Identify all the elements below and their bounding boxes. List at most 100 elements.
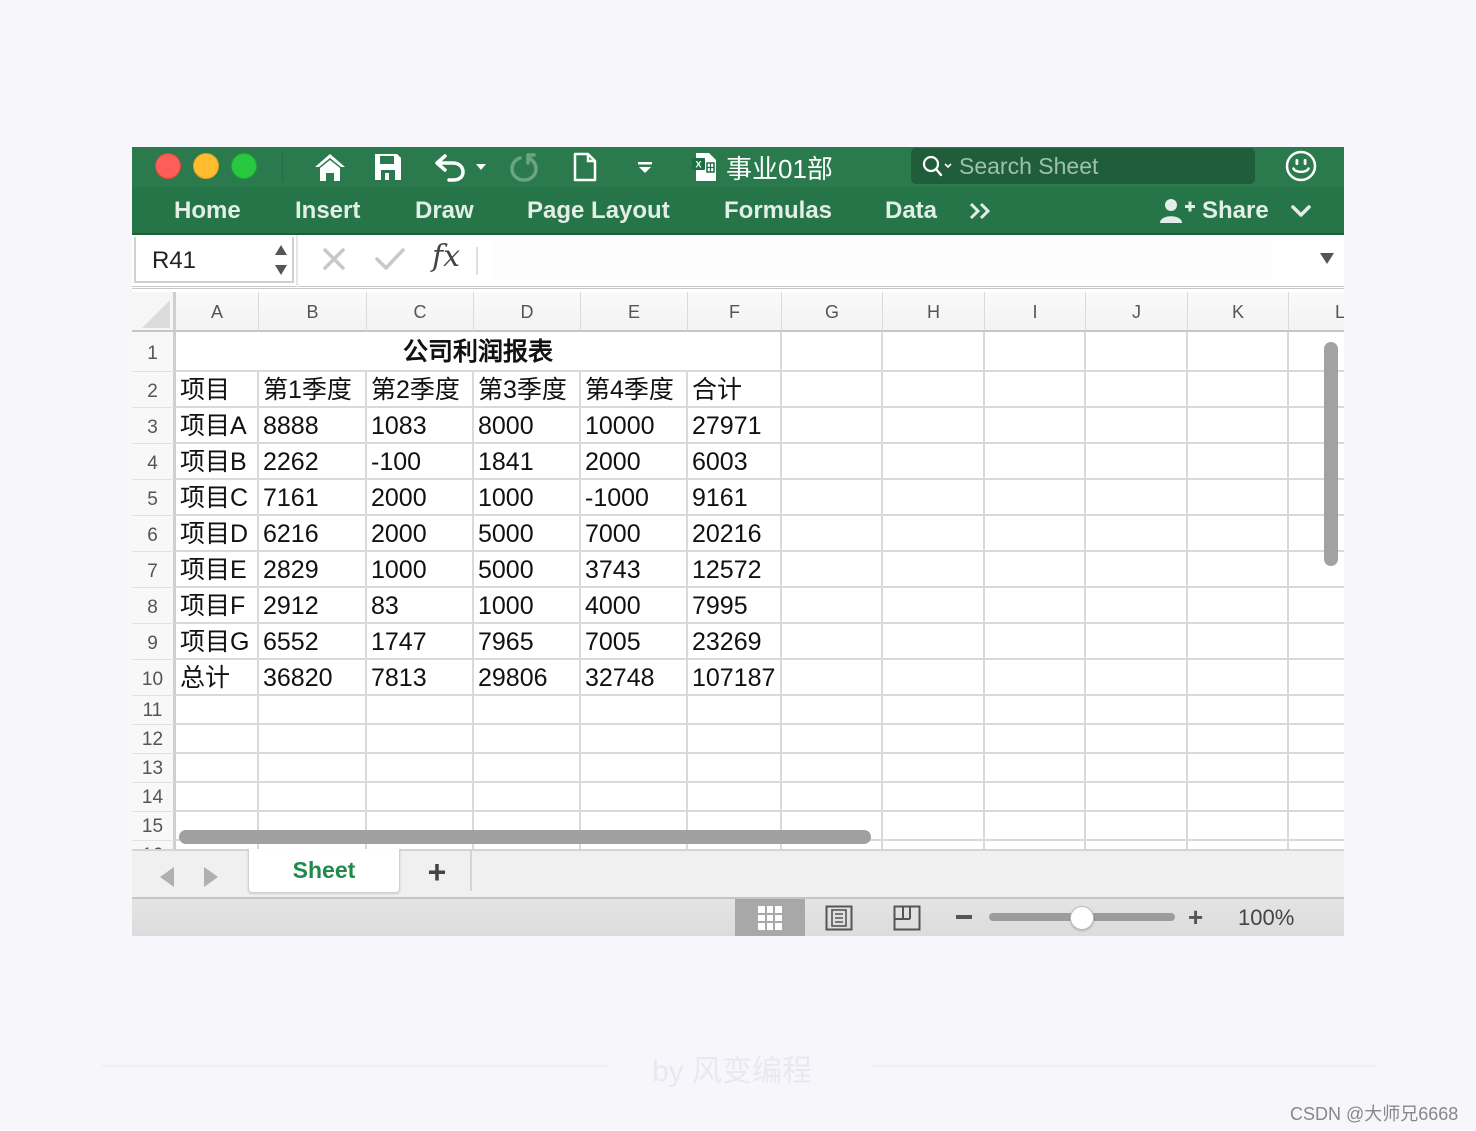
empty-cell[interactable] — [883, 812, 985, 841]
empty-cell[interactable] — [1188, 444, 1289, 480]
empty-cell[interactable] — [883, 841, 985, 849]
empty-cell[interactable] — [1188, 516, 1289, 552]
empty-cell[interactable] — [1086, 480, 1188, 516]
save-button[interactable] — [370, 149, 406, 185]
tab-insert[interactable]: Insert — [295, 195, 360, 227]
empty-cell[interactable] — [782, 725, 883, 754]
header-cell[interactable]: 第4季度 — [581, 372, 688, 408]
empty-cell[interactable] — [176, 783, 259, 812]
empty-cell[interactable] — [1086, 588, 1188, 624]
empty-cell[interactable] — [782, 372, 883, 408]
empty-cell[interactable] — [782, 480, 883, 516]
expand-formula-bar-icon[interactable] — [1320, 253, 1334, 264]
empty-cell[interactable] — [259, 725, 367, 754]
empty-cell[interactable] — [1289, 725, 1344, 754]
empty-cell[interactable] — [883, 588, 985, 624]
zoom-window-button[interactable] — [231, 153, 257, 179]
data-cell[interactable]: 36820 — [259, 660, 367, 696]
data-cell[interactable]: 83 — [367, 588, 474, 624]
collapse-ribbon-button[interactable] — [1290, 201, 1312, 226]
empty-cell[interactable] — [1289, 812, 1344, 841]
enter-check-icon[interactable] — [374, 245, 406, 273]
empty-cell[interactable] — [985, 812, 1086, 841]
empty-cell[interactable] — [1086, 812, 1188, 841]
empty-cell[interactable] — [985, 444, 1086, 480]
empty-cell[interactable] — [782, 516, 883, 552]
empty-cell[interactable] — [883, 332, 985, 372]
empty-cell[interactable] — [1086, 552, 1188, 588]
empty-cell[interactable] — [1188, 841, 1289, 849]
data-cell[interactable]: 1083 — [367, 408, 474, 444]
column-header[interactable]: I — [985, 292, 1086, 332]
data-cell[interactable]: 3743 — [581, 552, 688, 588]
redo-button[interactable] — [506, 149, 542, 185]
empty-cell[interactable] — [1188, 552, 1289, 588]
empty-cell[interactable] — [688, 725, 782, 754]
insert-function-button[interactable]: fx — [432, 239, 460, 274]
empty-cell[interactable] — [474, 696, 581, 725]
empty-cell[interactable] — [883, 725, 985, 754]
name-box[interactable]: R41 — [134, 237, 294, 283]
empty-cell[interactable] — [1289, 660, 1344, 696]
header-cell[interactable]: 第1季度 — [259, 372, 367, 408]
empty-cell[interactable] — [985, 588, 1086, 624]
data-cell[interactable]: 4000 — [581, 588, 688, 624]
empty-cell[interactable] — [1188, 408, 1289, 444]
empty-cell[interactable] — [782, 408, 883, 444]
empty-cell[interactable] — [883, 516, 985, 552]
data-cell[interactable]: 总计 — [176, 660, 259, 696]
spreadsheet-grid[interactable]: ABCDEFGHIJKL12345678910111213141516公司利润报… — [132, 292, 1344, 849]
empty-cell[interactable] — [581, 783, 688, 812]
column-header[interactable]: C — [367, 292, 474, 332]
empty-cell[interactable] — [688, 754, 782, 783]
empty-cell[interactable] — [883, 624, 985, 660]
empty-cell[interactable] — [782, 552, 883, 588]
sheet-tab-active[interactable]: Sheet — [248, 849, 400, 893]
data-cell[interactable]: 1000 — [474, 480, 581, 516]
empty-cell[interactable] — [1188, 783, 1289, 812]
empty-cell[interactable] — [1188, 332, 1289, 372]
row-header[interactable]: 13 — [132, 754, 176, 783]
undo-button[interactable] — [430, 149, 470, 185]
column-header[interactable]: G — [782, 292, 883, 332]
empty-cell[interactable] — [1188, 725, 1289, 754]
data-cell[interactable]: 2262 — [259, 444, 367, 480]
empty-cell[interactable] — [176, 696, 259, 725]
column-header[interactable]: F — [688, 292, 782, 332]
zoom-in-button[interactable]: + — [1188, 904, 1203, 930]
data-cell[interactable]: 项目C — [176, 480, 259, 516]
row-header[interactable]: 10 — [132, 660, 176, 696]
empty-cell[interactable] — [1086, 696, 1188, 725]
empty-cell[interactable] — [1188, 660, 1289, 696]
empty-cell[interactable] — [1188, 480, 1289, 516]
more-tabs-button[interactable] — [968, 195, 994, 227]
data-cell[interactable]: 10000 — [581, 408, 688, 444]
empty-cell[interactable] — [367, 783, 474, 812]
new-document-button[interactable] — [570, 149, 600, 185]
previous-sheet-arrow-icon[interactable] — [160, 867, 174, 887]
data-cell[interactable]: 12572 — [688, 552, 782, 588]
data-cell[interactable]: 项目F — [176, 588, 259, 624]
report-title-cell[interactable]: 公司利润报表 — [176, 332, 782, 372]
empty-cell[interactable] — [688, 696, 782, 725]
data-cell[interactable]: 29806 — [474, 660, 581, 696]
empty-cell[interactable] — [782, 660, 883, 696]
data-cell[interactable]: 20216 — [688, 516, 782, 552]
empty-cell[interactable] — [985, 624, 1086, 660]
empty-cell[interactable] — [688, 783, 782, 812]
data-cell[interactable]: 6003 — [688, 444, 782, 480]
row-header[interactable]: 15 — [132, 812, 176, 841]
empty-cell[interactable] — [474, 725, 581, 754]
zoom-slider-thumb[interactable] — [1070, 906, 1094, 930]
empty-cell[interactable] — [883, 480, 985, 516]
data-cell[interactable]: 5000 — [474, 516, 581, 552]
data-cell[interactable]: 8000 — [474, 408, 581, 444]
row-header[interactable]: 6 — [132, 516, 176, 552]
empty-cell[interactable] — [1086, 516, 1188, 552]
data-cell[interactable]: 项目D — [176, 516, 259, 552]
empty-cell[interactable] — [474, 754, 581, 783]
empty-cell[interactable] — [1086, 624, 1188, 660]
empty-cell[interactable] — [367, 725, 474, 754]
empty-cell[interactable] — [474, 783, 581, 812]
empty-cell[interactable] — [367, 696, 474, 725]
